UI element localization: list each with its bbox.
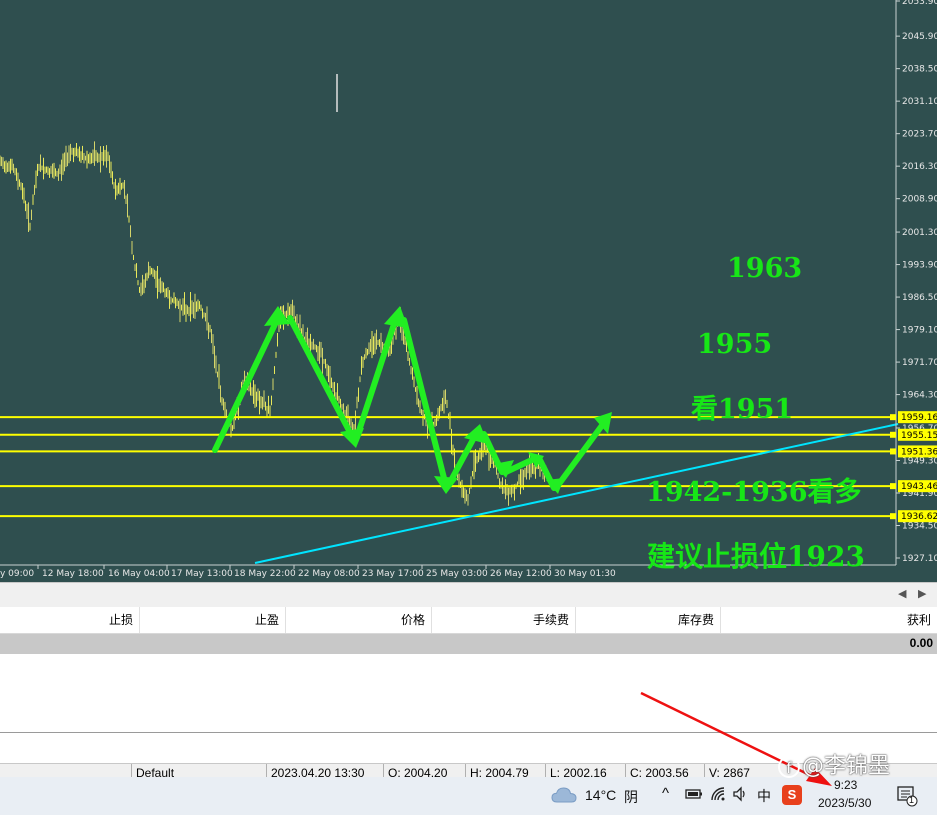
chart-svg[interactable]: 2053.90 2045.90 2038.50 2031.10 2023.70 2016.… — [0, 0, 937, 582]
price-chart[interactable]: 2053.90 2045.90 2038.50 2031.10 2023.70 2016.… — [0, 0, 937, 582]
level-price-label: 1959.16 — [901, 413, 937, 423]
time-tick-label: 17 May 13:00 — [171, 569, 233, 579]
level-price-label: 1955.15 — [901, 431, 937, 441]
panel-scroll-bar[interactable]: ◀ ▶ — [0, 582, 937, 608]
scroll-right-icon[interactable]: ▶ — [918, 587, 926, 600]
price-tick-label: 1927.10 — [902, 554, 937, 564]
column-price[interactable]: 价格 — [286, 607, 432, 633]
price-tick-label: 2016.30 — [902, 162, 937, 172]
status-close: C: 2003.56 — [625, 764, 689, 778]
time-tick-label: 30 May 01:30 — [554, 569, 616, 579]
price-tick-label: 1949.30 — [902, 456, 937, 466]
green-arrow-stroke — [445, 431, 479, 489]
green-arrow-stroke — [212, 315, 281, 453]
scroll-left-icon[interactable]: ◀ — [898, 587, 906, 600]
level-marker — [890, 448, 896, 455]
trade-table-body — [0, 654, 937, 733]
weibo-logo-icon: f — [778, 756, 800, 778]
weather-temperature[interactable]: 14°C — [585, 787, 616, 803]
time-tick-label: 18 May 22:00 — [234, 569, 296, 579]
green-arrow-stroke — [401, 317, 449, 489]
price-axis: 2053.90 2045.90 2038.50 2031.10 2023.70 2016.… — [896, 0, 937, 564]
annotation-1963: 1963 — [727, 253, 802, 284]
price-tick-label: 1934.50 — [902, 521, 937, 531]
price-tick-label: 2031.10 — [902, 97, 937, 107]
price-tick-label: 2045.90 — [902, 32, 937, 42]
price-tick-label: 2001.30 — [902, 228, 937, 238]
green-arrow-stroke — [553, 417, 609, 491]
clock-time[interactable]: 9:23 — [834, 778, 857, 792]
status-datetime: 2023.04.20 13:30 — [266, 764, 364, 778]
notification-icon[interactable] — [896, 785, 918, 810]
annotation-1955: 1955 — [697, 329, 772, 360]
annotation-stop-loss: 建议止损位1923 — [647, 540, 865, 573]
status-open: O: 2004.20 — [383, 764, 447, 778]
total-profit: 0.00 — [909, 636, 933, 650]
price-tick-label: 2023.70 — [902, 130, 937, 140]
battery-icon[interactable] — [685, 788, 703, 803]
green-arrow-stroke — [287, 315, 357, 443]
status-profile[interactable]: Default — [131, 764, 174, 778]
time-tick-label: 25 May 03:00 — [426, 569, 488, 579]
ime-mode[interactable]: 中 — [757, 786, 771, 806]
watermark: f @李锦墨 — [778, 748, 890, 780]
chevron-up-icon[interactable]: ^ — [662, 785, 669, 802]
time-tick-label: 23 May 17:00 — [362, 569, 424, 579]
balance-row[interactable]: 0.00 — [0, 634, 937, 654]
notification-count: 1 — [909, 795, 915, 805]
price-tick-label: 2038.50 — [902, 65, 937, 75]
status-high: H: 2004.79 — [465, 764, 529, 778]
column-commission[interactable]: 手续费 — [432, 607, 576, 633]
time-tick-label: 12 May 18:00 — [42, 569, 104, 579]
level-marker — [890, 431, 896, 438]
level-marker — [890, 414, 896, 421]
wifi-icon[interactable] — [710, 786, 726, 805]
time-tick-label: 26 May 12:00 — [490, 569, 552, 579]
annotation-look-1951: 看1951 — [691, 394, 793, 425]
column-profit[interactable]: 获利 — [721, 607, 937, 633]
level-price-label: 1943.46 — [901, 482, 937, 492]
price-tick-label: 1979.10 — [902, 326, 937, 336]
price-tick-label: 1971.70 — [902, 358, 937, 368]
price-tick-label: 2008.90 — [902, 195, 937, 205]
column-swap[interactable]: 库存费 — [576, 607, 721, 633]
price-tick-label: 1993.90 — [902, 261, 937, 271]
price-tick-label: 1986.50 — [902, 293, 937, 303]
time-tick-label: 22 May 08:00 — [298, 569, 360, 579]
trade-table-header: 止损 止盈 价格 手续费 库存费 获利 — [0, 607, 937, 634]
watermark-text: @李锦墨 — [802, 754, 891, 779]
level-marker — [890, 513, 896, 520]
volume-icon[interactable] — [732, 786, 748, 805]
price-tick-label: 1964.30 — [902, 391, 937, 401]
column-stop-loss[interactable]: 止损 — [0, 607, 140, 633]
status-low: L: 2002.16 — [545, 764, 607, 778]
clock-date[interactable]: 2023/5/30 — [818, 796, 871, 810]
green-arrows — [212, 306, 612, 494]
level-price-label: 1951.36 — [901, 447, 937, 457]
time-axis: y 09:00 12 May 18:00 16 May 04:00 17 May 13… — [0, 565, 616, 579]
level-price-label: 1936.62 — [901, 512, 937, 522]
level-marker — [890, 483, 896, 490]
sogou-ime-icon[interactable]: S — [782, 785, 802, 805]
weather-condition[interactable]: 阴 — [624, 787, 638, 807]
windows-taskbar: 14°C 阴 ^ 中 S 9:23 2023/5/30 1 — [0, 777, 937, 815]
time-tick-label: y 09:00 — [0, 569, 34, 579]
time-tick-label: 16 May 04:00 — [108, 569, 170, 579]
price-tick-label: 2053.90 — [902, 0, 937, 7]
column-take-profit[interactable]: 止盈 — [140, 607, 286, 633]
annotation-range-bullish: 1942-1936看多 — [646, 477, 862, 508]
cloud-icon[interactable] — [551, 786, 577, 807]
status-volume: V: 2867 — [704, 764, 750, 778]
